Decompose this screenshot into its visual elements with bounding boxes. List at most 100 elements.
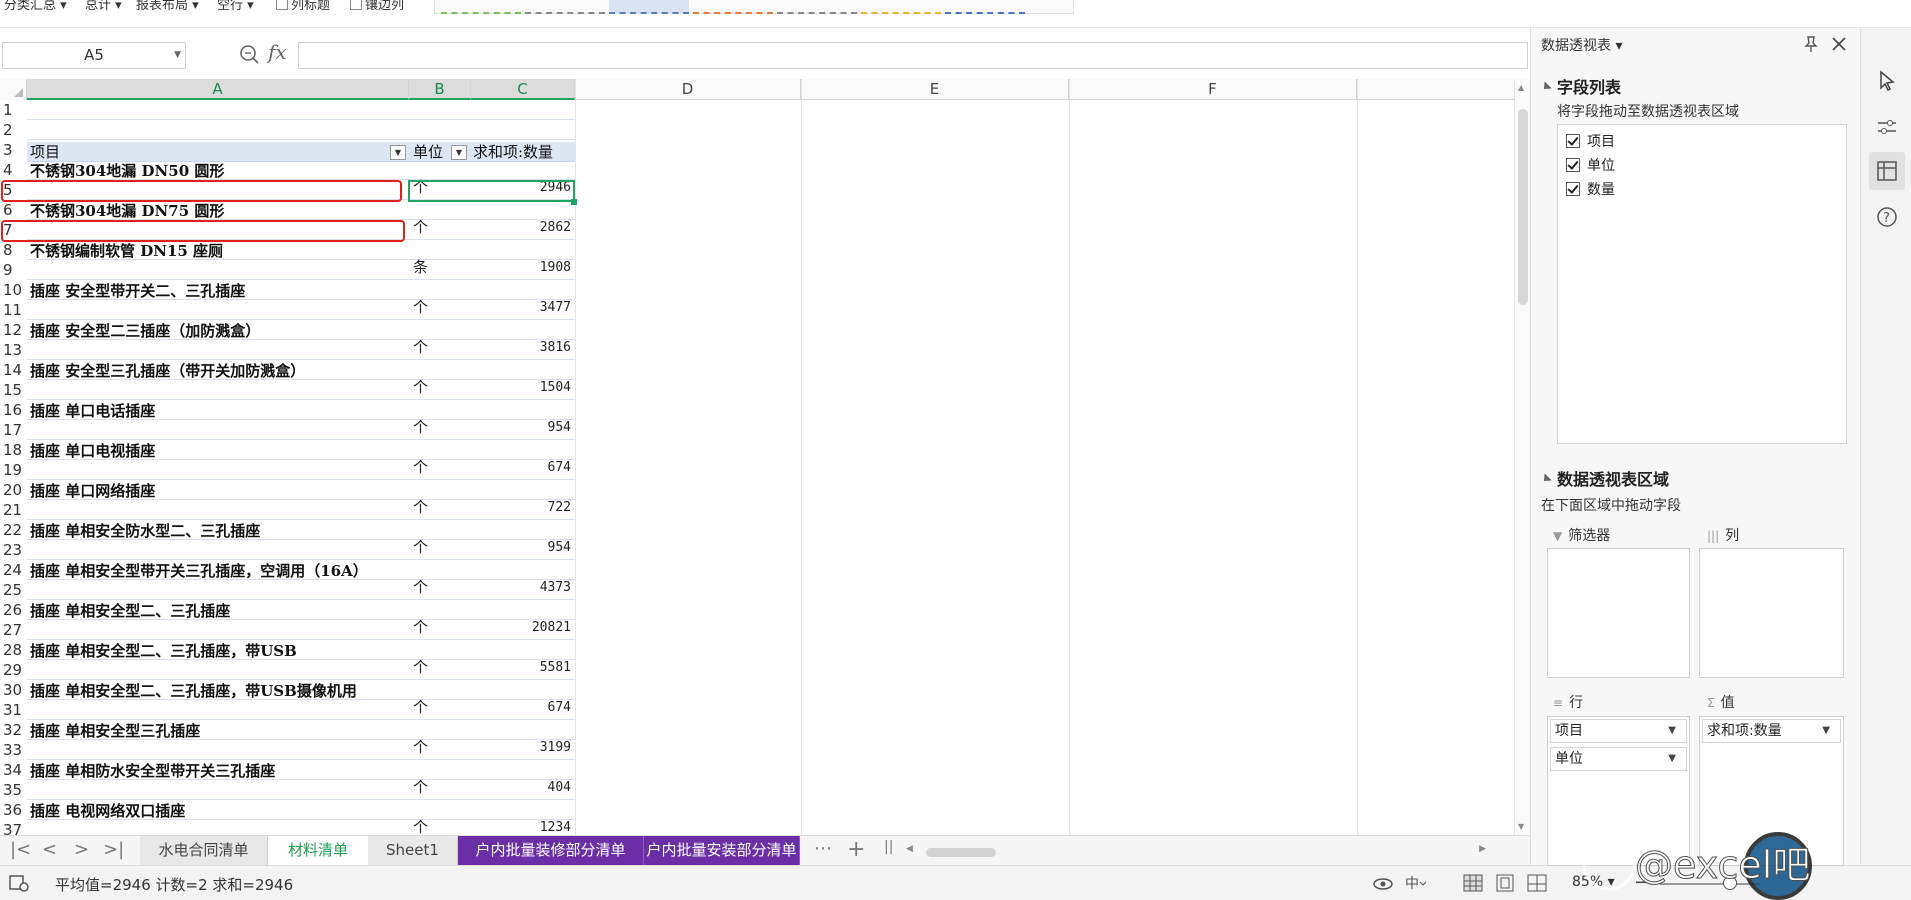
columns-drop-area[interactable] bbox=[1699, 548, 1844, 678]
row-header[interactable]: 30 bbox=[0, 680, 27, 700]
cell-quantity[interactable]: 2862 bbox=[471, 220, 571, 235]
cell-item[interactable]: 插座 单相安全型带开关三孔插座，空调用（16A） bbox=[30, 560, 368, 581]
cell-unit[interactable]: 个 bbox=[413, 776, 428, 797]
row-header[interactable]: 22 bbox=[0, 520, 27, 540]
panel-title[interactable]: 数据透视表 ▾ bbox=[1541, 35, 1622, 55]
column-header-b[interactable]: B bbox=[409, 79, 471, 100]
style-swatch[interactable] bbox=[693, 0, 773, 14]
table-row[interactable]: 插座 单相防水安全型带开关三孔插座 bbox=[27, 760, 575, 780]
cell-quantity[interactable]: 1908 bbox=[471, 260, 571, 275]
normal-view-icon[interactable] bbox=[1462, 873, 1484, 893]
table-row[interactable]: 插座 安全型带开关二、三孔插座 bbox=[27, 280, 575, 300]
row-header[interactable]: 29 bbox=[0, 660, 27, 680]
cell-unit[interactable]: 个 bbox=[413, 376, 428, 397]
cell-quantity[interactable]: 20821 bbox=[471, 620, 571, 635]
row-header[interactable]: 19 bbox=[0, 460, 27, 480]
cell-item[interactable]: 插座 单口电话插座 bbox=[30, 400, 155, 421]
row-header[interactable]: 8 bbox=[0, 240, 27, 260]
row-header[interactable]: 15 bbox=[0, 380, 27, 400]
chevron-down-icon[interactable]: ▼ bbox=[1822, 720, 1830, 742]
cursor-icon[interactable] bbox=[1874, 68, 1900, 94]
cell-unit[interactable]: 个 bbox=[413, 336, 428, 357]
row-header[interactable]: 1 bbox=[0, 100, 27, 120]
scroll-left-icon[interactable]: ◀ bbox=[906, 844, 913, 854]
formula-input[interactable] bbox=[298, 42, 1528, 69]
cell-unit[interactable]: 个 bbox=[413, 536, 428, 557]
cell-quantity[interactable]: 1504 bbox=[471, 380, 571, 395]
table-row[interactable]: 个 20821 bbox=[27, 618, 575, 640]
style-swatch[interactable] bbox=[441, 0, 521, 14]
table-row[interactable]: 个 3199 bbox=[27, 738, 575, 760]
table-row[interactable]: 个 4373 bbox=[27, 578, 575, 600]
cell-quantity[interactable]: 4373 bbox=[471, 580, 571, 595]
cell-unit[interactable]: 个 bbox=[413, 816, 428, 835]
row-header[interactable]: 31 bbox=[0, 700, 27, 720]
checkbox-checked-icon[interactable] bbox=[1566, 182, 1580, 196]
cell-quantity[interactable]: 674 bbox=[471, 700, 571, 715]
field-item-unit[interactable]: 单位 bbox=[1566, 155, 1615, 175]
table-row[interactable]: 插座 单相安全型二、三孔插座 bbox=[27, 600, 575, 620]
table-row[interactable]: 插座 安全型三孔插座（带开关加防溅盒） bbox=[27, 360, 575, 380]
tab-splitter-icon[interactable]: || bbox=[884, 839, 893, 855]
function-icon[interactable]: fx bbox=[268, 40, 287, 64]
macro-record-icon[interactable] bbox=[8, 874, 30, 892]
table-row[interactable]: 不锈钢304地漏 DN75 圆形 bbox=[27, 200, 575, 220]
report-layout-button[interactable]: 报表布局 ▾ bbox=[136, 0, 199, 13]
row-header[interactable]: 11 bbox=[0, 300, 27, 320]
cell-quantity[interactable]: 3477 bbox=[471, 300, 571, 315]
table-row[interactable] bbox=[27, 100, 575, 120]
fill-handle[interactable] bbox=[571, 199, 577, 205]
cell-item[interactable]: 不锈钢304地漏 DN50 圆形 bbox=[30, 160, 224, 181]
row-header[interactable]: 26 bbox=[0, 600, 27, 620]
name-box[interactable]: A5 ▼ bbox=[2, 42, 186, 69]
table-row[interactable]: 个 3477 bbox=[27, 298, 575, 320]
cell-unit[interactable]: 个 bbox=[413, 296, 428, 317]
pivot-areas-heading[interactable]: 数据透视表区域 bbox=[1543, 466, 1669, 490]
close-icon[interactable] bbox=[1829, 34, 1849, 54]
cell-item[interactable]: 插座 单口网络插座 bbox=[30, 480, 155, 501]
add-sheet-icon[interactable]: + bbox=[847, 837, 865, 862]
table-row[interactable]: 不锈钢304地漏 DN50 圆形 bbox=[27, 160, 575, 180]
cell-item[interactable]: 不锈钢304地漏 DN75 圆形 bbox=[30, 200, 224, 221]
table-row[interactable]: 插座 单相安全防水型二、三孔插座 bbox=[27, 520, 575, 540]
select-all-corner[interactable] bbox=[0, 79, 27, 100]
field-item-quantity[interactable]: 数量 bbox=[1566, 179, 1615, 199]
scroll-down-icon[interactable]: ▼ bbox=[1518, 822, 1524, 831]
table-row[interactable]: 个 674 bbox=[27, 458, 575, 480]
prev-sheet-icon[interactable]: < bbox=[42, 839, 57, 860]
column-header-d[interactable]: D bbox=[575, 79, 801, 100]
column-header-e[interactable]: E bbox=[801, 79, 1069, 100]
row-header[interactable]: 32 bbox=[0, 720, 27, 740]
value-field-sum-quantity[interactable]: 求和项:数量 ▼ bbox=[1702, 719, 1841, 743]
last-sheet-icon[interactable]: >| bbox=[103, 839, 124, 860]
pivot-style-gallery[interactable] bbox=[434, 0, 1074, 14]
row-header[interactable]: 10 bbox=[0, 280, 27, 300]
row-header[interactable]: 34 bbox=[0, 760, 27, 780]
cell-quantity[interactable]: 674 bbox=[471, 460, 571, 475]
table-row[interactable]: 个 404 bbox=[27, 778, 575, 800]
grand-totals-button[interactable]: 总计 ▾ bbox=[85, 0, 122, 13]
style-swatch[interactable] bbox=[609, 0, 689, 14]
cell-quantity[interactable]: 404 bbox=[471, 780, 571, 795]
cell-quantity[interactable]: 722 bbox=[471, 500, 571, 515]
tab-indoor-installation[interactable]: 户内批量安装部分清单 bbox=[644, 836, 800, 865]
tab-sheet1[interactable]: Sheet1 bbox=[368, 836, 458, 865]
style-swatch[interactable] bbox=[861, 0, 941, 14]
row-header[interactable]: 27 bbox=[0, 620, 27, 640]
cell-unit[interactable]: 个 bbox=[413, 416, 428, 437]
table-row[interactable]: 个 954 bbox=[27, 538, 575, 560]
row-header[interactable]: 20 bbox=[0, 480, 27, 500]
row-field-unit[interactable]: 单位 ▼ bbox=[1550, 747, 1687, 771]
pivot-fields-icon[interactable] bbox=[1869, 152, 1905, 190]
cell-unit[interactable]: 个 bbox=[413, 576, 428, 597]
subtotals-button[interactable]: 分类汇总 ▾ bbox=[4, 0, 67, 13]
page-layout-view-icon[interactable] bbox=[1494, 873, 1516, 893]
table-row[interactable]: 插座 电视网络双口插座 bbox=[27, 800, 575, 820]
cell-item[interactable]: 插座 单相安全型三孔插座 bbox=[30, 720, 200, 741]
row-header[interactable]: 12 bbox=[0, 320, 27, 340]
table-row[interactable]: 个 954 bbox=[27, 418, 575, 440]
chevron-down-icon[interactable]: ▼ bbox=[1668, 748, 1676, 770]
style-swatch[interactable] bbox=[945, 0, 1025, 14]
row-header[interactable]: 33 bbox=[0, 740, 27, 760]
cell-item[interactable]: 插座 电视网络双口插座 bbox=[30, 800, 185, 821]
